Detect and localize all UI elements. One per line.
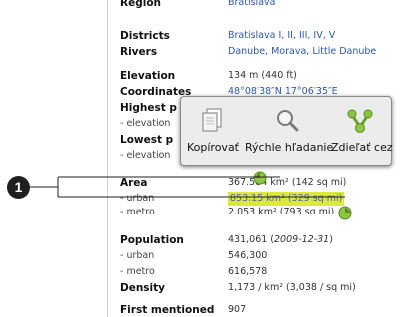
first-mentioned-value: 907	[228, 304, 247, 315]
districts-value[interactable]: Bratislava I, II, III, IV, V	[228, 29, 335, 43]
row-pop-metro: - metro 616,578	[120, 265, 419, 279]
text-selection-popup: Kopírovať Rýchle hľadanie Zdieľať cez	[180, 96, 393, 166]
quick-search-button[interactable]: Rýchle hľadanie	[245, 101, 334, 161]
share-icon	[345, 107, 375, 135]
rivers-label: Rivers	[120, 46, 158, 58]
row-districts: Districts Bratislava I, II, III, IV, V	[120, 29, 419, 43]
region-label: Region	[120, 0, 162, 8]
copy-label: Kopírovať	[186, 141, 239, 154]
row-area-urban: - urban 853.15 km² (329 sq mi)	[120, 192, 419, 206]
pop-urban-label: - urban	[120, 250, 155, 261]
pop-urban-value: 546,300	[228, 250, 268, 261]
row-first-mentioned: First mentioned 907	[120, 303, 419, 317]
pop-metro-label: - metro	[120, 266, 155, 277]
rivers-value[interactable]: Danube, Morava, Little Danube	[228, 45, 376, 59]
selection-start-handle[interactable]	[253, 170, 267, 185]
area-value: 367.584 km² (142 sq mi)	[228, 177, 347, 188]
population-date: 2009-12-31	[274, 234, 330, 245]
area-label: Area	[120, 177, 148, 189]
population-number: 431,061 (	[228, 234, 275, 245]
first-mentioned-label: First mentioned	[120, 304, 215, 316]
selected-text-highlight[interactable]: 853.15 km² (329 sq mi)	[228, 192, 345, 206]
population-value: 431,061 (2009-12-31)	[228, 233, 333, 247]
share-button[interactable]: Zdieľať cez	[331, 101, 393, 161]
copy-button[interactable]: Kopírovať	[183, 101, 243, 161]
density-label: Density	[120, 282, 166, 294]
selection-end-handle[interactable]	[338, 205, 352, 220]
elevation-value: 134 m (440 ft)	[228, 70, 297, 81]
elevation-label: Elevation	[120, 70, 176, 82]
lowest-elevation-label: - elevation	[120, 150, 171, 161]
quick-search-label: Rýchle hľadanie	[245, 141, 334, 154]
share-label: Zdieľať cez	[331, 141, 393, 154]
area-metro-label: - metro	[120, 207, 155, 214]
row-elevation: Elevation 134 m (440 ft)	[120, 69, 419, 83]
row-density: Density 1,173 / km² (3,038 / sq mi)	[120, 281, 419, 295]
highest-elevation-label: - elevation	[120, 118, 171, 129]
highest-point-label: Highest p	[120, 102, 177, 114]
density-value: 1,173 / km² (3,038 / sq mi)	[228, 282, 356, 293]
population-label: Population	[120, 234, 184, 246]
row-region: Region Bratislava	[120, 0, 419, 8]
callout-number-badge: 1	[7, 176, 30, 199]
row-population: Population 431,061 (2009-12-31)	[120, 233, 419, 247]
row-area: Area 367.584 km² (142 sq mi)	[120, 176, 419, 190]
row-pop-urban: - urban 546,300	[120, 249, 419, 263]
population-close: )	[329, 234, 333, 245]
lowest-point-label: Lowest p	[120, 134, 174, 146]
row-area-metro: - metro 2,053 km² (793 sq mi)	[120, 206, 419, 214]
copy-icon	[198, 107, 228, 135]
area-urban-label: - urban	[120, 193, 155, 204]
magnifier-icon	[272, 107, 302, 135]
area-metro-value: 2,053 km² (793 sq mi)	[228, 207, 335, 214]
districts-label: Districts	[120, 30, 170, 42]
row-rivers: Rivers Danube, Morava, Little Danube	[120, 45, 419, 59]
pop-metro-value: 616,578	[228, 266, 268, 277]
region-value[interactable]: Bratislava	[228, 0, 275, 8]
